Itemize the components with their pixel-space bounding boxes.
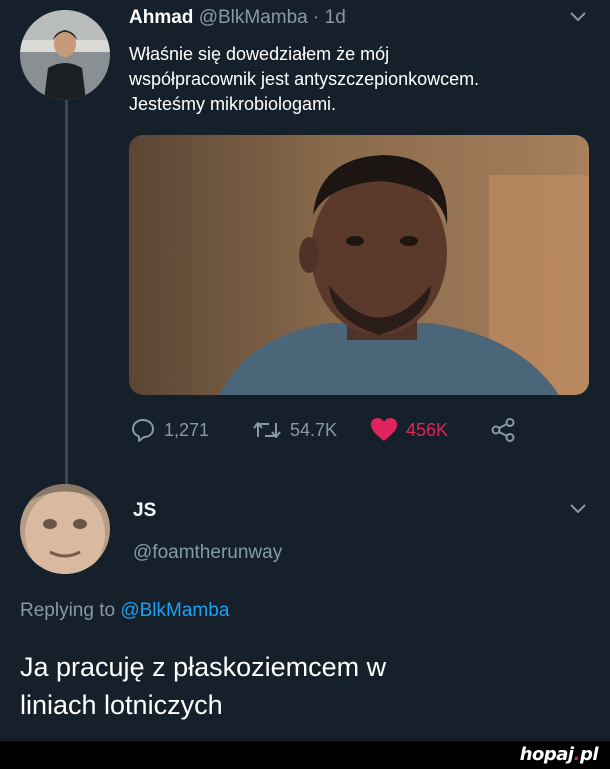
retweet-icon — [253, 422, 281, 438]
timestamp[interactable]: 1d — [325, 7, 346, 28]
replying-to: Replying to @BlkMamba — [20, 600, 229, 622]
retweet-count: 54.7K — [290, 419, 338, 440]
watermark-logo: hopaj.pl — [519, 744, 599, 765]
replying-to-handle[interactable]: @BlkMamba — [120, 600, 229, 621]
avatar[interactable] — [20, 10, 110, 100]
watermark-bar: hopaj.pl — [0, 741, 610, 769]
tweet-text-line: współpracownik jest antyszczepionkowcem. — [129, 69, 480, 89]
tweet-text-line: Jesteśmy mikrobiologami. — [129, 94, 337, 114]
tweet-actions: 1,271 54.7K 456K — [130, 415, 530, 445]
reply-text-line: liniach lotniczych — [20, 690, 223, 720]
author-name[interactable]: Ahmad — [129, 7, 193, 28]
avatar-photo — [20, 10, 110, 100]
share-icon — [491, 418, 515, 442]
tweet-text: Właśnie się dowedziałem że mój współprac… — [129, 42, 589, 117]
thread-connector-line — [65, 100, 68, 485]
tweet-header: Ahmad @BlkMamba · 1d — [129, 7, 346, 29]
reply-action[interactable]: 1,271 — [130, 415, 209, 445]
avatar-photo — [20, 484, 110, 574]
chevron-down-icon[interactable] — [570, 504, 586, 518]
share-action[interactable] — [490, 415, 516, 445]
reply-count: 1,271 — [164, 419, 210, 440]
replying-to-prefix: Replying to — [20, 600, 116, 621]
author-handle[interactable]: @BlkMamba — [199, 7, 308, 28]
reply-author-name[interactable]: JS — [133, 500, 156, 522]
retweet-action[interactable]: 54.7K — [252, 415, 337, 445]
like-count: 456K — [406, 419, 449, 440]
speech-bubble-icon — [132, 419, 154, 442]
reply-text: Ja pracuję z płaskoziemcem w liniach lot… — [20, 648, 590, 724]
chevron-down-icon[interactable] — [570, 12, 586, 26]
tweet-text-line: Właśnie się dowedziałem że mój — [129, 44, 390, 64]
heart-icon — [371, 418, 397, 441]
reply-author-handle[interactable]: @foamtherunway — [133, 542, 282, 564]
separator: · — [313, 7, 320, 28]
tweet-media-image[interactable] — [129, 135, 589, 395]
avatar[interactable] — [20, 484, 110, 574]
like-action[interactable]: 456K — [370, 415, 448, 445]
reply-text-line: Ja pracuję z płaskoziemcem w — [20, 652, 387, 682]
